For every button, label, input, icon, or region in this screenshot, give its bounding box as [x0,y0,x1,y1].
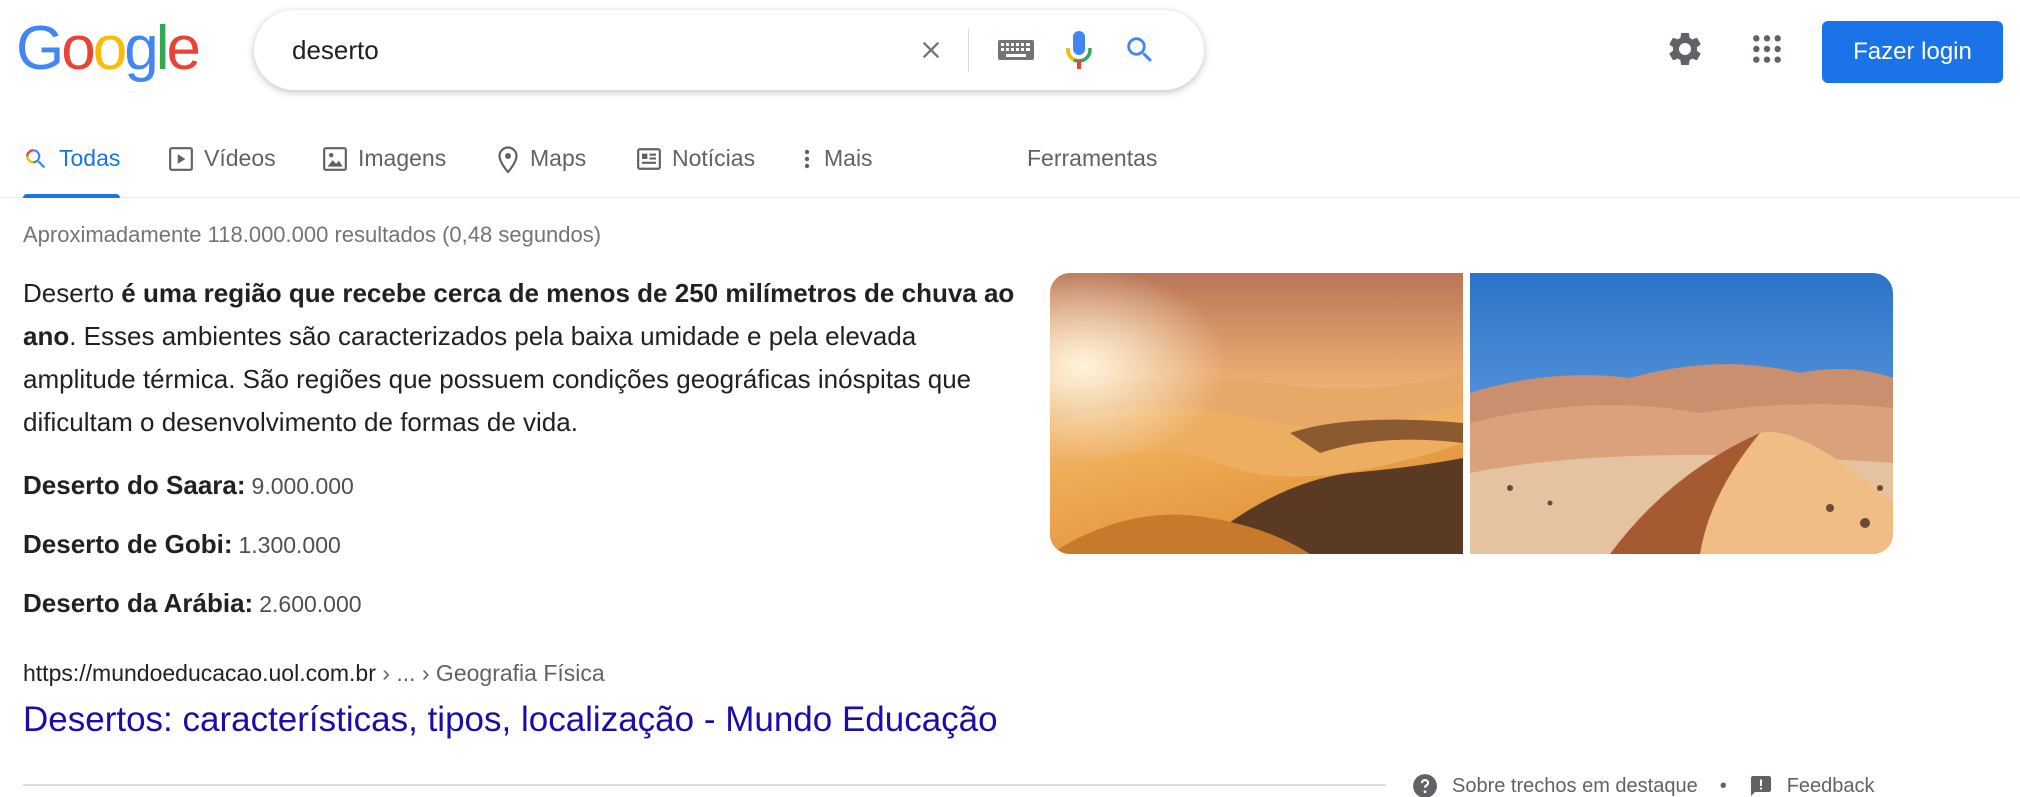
separator-dot: • [1719,774,1727,797]
tab-ferramentas[interactable]: Ferramentas [1027,140,1157,198]
about-snippets-label: Sobre trechos em destaque [1452,774,1698,797]
google-logo[interactable]: G o o g l e [16,14,201,83]
search-divider [968,28,969,72]
tab-todas[interactable]: Todas [23,140,121,198]
tab-label: Vídeos [204,145,276,171]
tab-noticias[interactable]: Notícias [636,140,755,198]
fact-row: Deserto do Saara: 9.000.000 [23,470,354,501]
logo-letter: G [16,14,64,83]
result-breadcrumb: › ... › Geografia Física [375,660,605,686]
snippet-footer: Sobre trechos em destaque • Feedback [1412,772,1875,797]
tab-label: Todas [59,145,121,171]
snippet-text-part: . Esses ambientes são caracterizados pel… [23,321,972,437]
snippet-divider [23,784,1386,786]
logo-letter: g [124,14,159,83]
gear-icon[interactable] [1660,24,1710,74]
about-snippets-link[interactable]: Sobre trechos em destaque [1412,773,1698,797]
tab-label: Maps [530,145,587,171]
search-icon[interactable] [1112,10,1168,90]
tab-label: Imagens [358,145,447,171]
header: G o o g l e deserto Fazer login [0,0,2020,100]
desert-image-sunset[interactable] [1050,273,1463,554]
fact-row: Deserto da Arábia: 2.600.000 [23,588,362,619]
search-box [254,10,1204,90]
image-icon [323,147,347,171]
tab-label: Notícias [672,145,756,171]
search-input[interactable] [292,10,892,90]
fact-label: Deserto de Gobi: [23,529,233,559]
tab-videos[interactable]: Vídeos [168,140,276,198]
map-pin-icon [498,146,518,174]
logo-letter: o [92,14,128,83]
close-icon[interactable] [906,10,956,90]
feedback-label: Feedback [1786,774,1875,797]
mic-icon[interactable] [1054,10,1104,90]
feedback-icon [1750,776,1771,796]
result-stats: Aproximadamente 118.000.000 resultados (… [23,222,602,247]
tab-label: Ferramentas [1027,145,1158,171]
play-icon [169,147,193,171]
fact-value: 2.600.000 [259,591,362,617]
result-domain: https://mundoeducacao.uol.com.br [23,660,376,686]
fact-label: Deserto do Saara: [23,470,246,500]
result-url[interactable]: https://mundoeducacao.uol.com.br › ... ›… [23,660,605,687]
login-button[interactable]: Fazer login [1822,21,2003,83]
logo-letter: o [61,14,96,83]
logo-letter: l [155,14,170,83]
news-icon [637,148,661,170]
search-icon [26,149,46,169]
result-title-link[interactable]: Desertos: características, tipos, locali… [23,700,998,740]
more-vert-icon [804,149,810,169]
fact-label: Deserto da Arábia: [23,588,254,618]
tab-label: Mais [824,145,873,171]
apps-grid-icon[interactable] [1742,24,1792,74]
fact-value: 1.300.000 [238,532,341,558]
snippet-text-part: Deserto [23,278,122,308]
keyboard-icon[interactable] [988,10,1044,90]
desert-image-blue-sky[interactable] [1470,273,1893,554]
help-icon [1413,774,1437,797]
fact-row: Deserto de Gobi: 1.300.000 [23,529,341,560]
search-tabs: Todas Vídeos Imagens Maps Notícias Mais … [0,140,2020,198]
tab-maps[interactable]: Maps [496,140,586,198]
featured-snippet-text: Deserto é uma região que recebe cerca de… [23,272,1033,444]
tab-mais[interactable]: Mais [800,140,873,198]
tab-imagens[interactable]: Imagens [322,140,446,198]
logo-letter: e [166,14,201,83]
feedback-link[interactable]: Feedback [1749,774,1875,797]
fact-value: 9.000.000 [251,473,354,499]
